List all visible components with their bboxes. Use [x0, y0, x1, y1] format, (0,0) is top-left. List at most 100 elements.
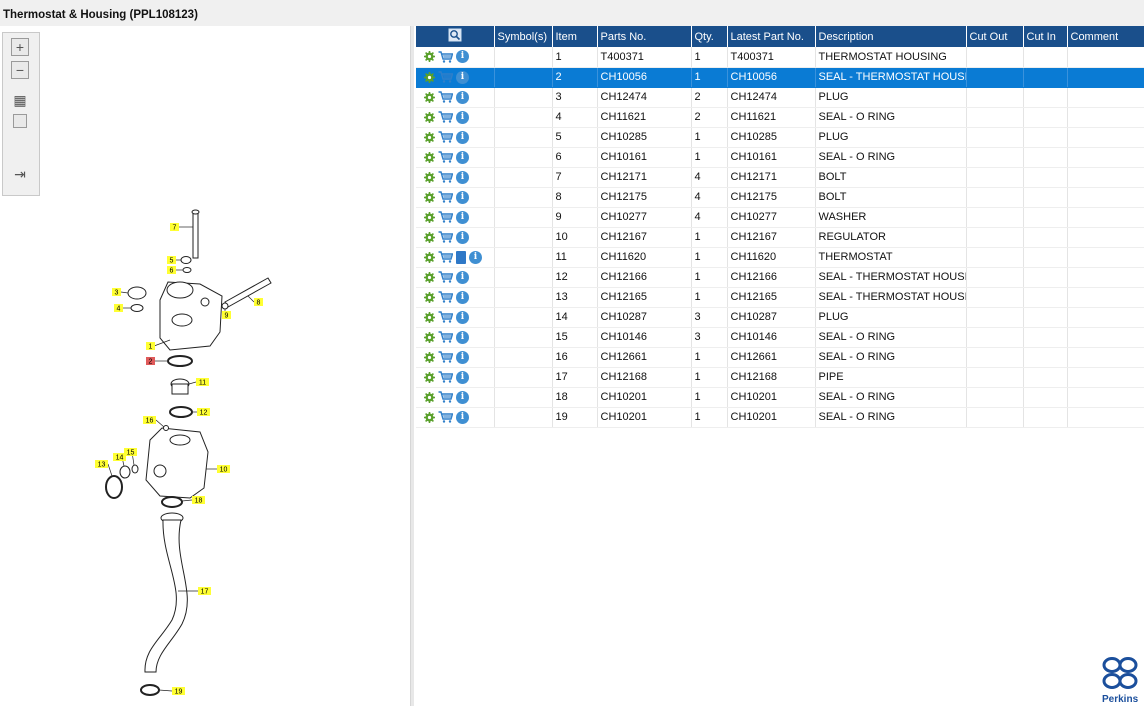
column-header-tools[interactable]	[416, 26, 495, 47]
info-icon[interactable]: i	[456, 150, 469, 164]
gear-icon[interactable]	[424, 411, 435, 423]
callout-3[interactable]: 3	[112, 288, 121, 297]
column-header-comment[interactable]: Comment	[1067, 26, 1144, 47]
info-icon[interactable]: i	[456, 130, 469, 144]
callout-6[interactable]: 6	[167, 266, 176, 275]
cart-icon[interactable]	[438, 411, 453, 423]
cart-icon[interactable]	[438, 131, 453, 143]
column-header-item[interactable]: Item	[552, 26, 598, 47]
column-header-cut-out[interactable]: Cut Out	[966, 26, 1024, 47]
cart-icon[interactable]	[438, 211, 453, 223]
pane-splitter[interactable]	[410, 26, 414, 706]
cart-icon[interactable]	[438, 91, 453, 103]
info-icon[interactable]: i	[456, 50, 469, 64]
gear-icon[interactable]	[424, 171, 435, 183]
cart-icon[interactable]	[438, 71, 453, 83]
info-icon[interactable]: i	[456, 410, 469, 424]
gear-icon[interactable]	[424, 191, 435, 203]
gear-icon[interactable]	[424, 151, 435, 163]
search-doc-icon[interactable]	[448, 28, 462, 42]
info-icon[interactable]: i	[456, 270, 469, 284]
cart-icon[interactable]	[438, 351, 453, 363]
cart-icon[interactable]	[438, 271, 453, 283]
info-icon[interactable]: i	[456, 310, 469, 324]
part-row[interactable]: i 12 CH12166 1 CH12166 SEAL - THERMOSTAT HOUS…	[416, 267, 1144, 288]
gear-icon[interactable]	[424, 311, 435, 323]
cart-icon[interactable]	[438, 171, 453, 183]
callout-12[interactable]: 12	[197, 408, 210, 417]
cart-icon[interactable]	[438, 251, 453, 263]
gear-icon[interactable]	[424, 371, 435, 383]
part-row[interactable]: i 3 CH12474 2 CH12474 PLUG	[416, 87, 1144, 108]
gear-icon[interactable]	[424, 231, 435, 243]
part-row[interactable]: i 14 CH10287 3 CH10287 PLUG	[416, 307, 1144, 328]
cart-icon[interactable]	[438, 291, 453, 303]
cart-icon[interactable]	[438, 231, 453, 243]
part-row[interactable]: i 16 CH12661 1 CH12661 SEAL - O RING	[416, 347, 1144, 368]
illustration-pane[interactable]: + − ▦ ⇥ 1 2 3 4 5 6 7 8 9 10 11 12 13 14…	[0, 26, 412, 706]
gear-icon[interactable]	[424, 271, 435, 283]
part-row[interactable]: i 11 CH11620 1 CH11620 THERMOSTAT	[416, 247, 1144, 268]
cart-icon[interactable]	[438, 371, 453, 383]
column-header-description[interactable]: Description	[815, 26, 967, 47]
part-row[interactable]: i 8 CH12175 4 CH12175 BOLT	[416, 187, 1144, 208]
part-row[interactable]: i 17 CH12168 1 CH12168 PIPE	[416, 367, 1144, 388]
cart-icon[interactable]	[438, 391, 453, 403]
part-row[interactable]: i 13 CH12165 1 CH12165 SEAL - THERMOSTAT HOUS…	[416, 287, 1144, 308]
callout-4[interactable]: 4	[114, 304, 123, 313]
gear-icon[interactable]	[424, 211, 435, 223]
part-row[interactable]: i 15 CH10146 3 CH10146 SEAL - O RING	[416, 327, 1144, 348]
callout-7[interactable]: 7	[170, 223, 179, 232]
gear-icon[interactable]	[424, 131, 435, 143]
gear-icon[interactable]	[424, 331, 435, 343]
gear-icon[interactable]	[424, 291, 435, 303]
info-icon[interactable]: i	[469, 250, 482, 264]
callout-8[interactable]: 8	[254, 298, 263, 307]
part-row[interactable]: i 4 CH11621 2 CH11621 SEAL - O RING	[416, 107, 1144, 128]
part-row[interactable]: i 10 CH12167 1 CH12167 REGULATOR	[416, 227, 1144, 248]
part-row[interactable]: i 6 CH10161 1 CH10161 SEAL - O RING	[416, 147, 1144, 168]
callout-10[interactable]: 10	[217, 465, 230, 474]
doc-icon[interactable]	[456, 250, 466, 264]
part-row[interactable]: i 2 CH10056 1 CH10056 SEAL - THERMOSTAT HOUSI…	[416, 67, 1144, 88]
part-row[interactable]: i 1 T400371 1 T400371 THERMOSTAT HOUSING	[416, 47, 1144, 68]
cart-icon[interactable]	[438, 311, 453, 323]
callout-5[interactable]: 5	[167, 256, 176, 265]
column-header-parts-no[interactable]: Parts No.	[597, 26, 692, 47]
info-icon[interactable]: i	[456, 330, 469, 344]
column-header-cut-in[interactable]: Cut In	[1023, 26, 1068, 47]
info-icon[interactable]: i	[456, 390, 469, 404]
info-icon[interactable]: i	[456, 190, 469, 204]
info-icon[interactable]: i	[456, 350, 469, 364]
cart-icon[interactable]	[438, 331, 453, 343]
gear-icon[interactable]	[424, 251, 435, 263]
gear-icon[interactable]	[424, 391, 435, 403]
cart-icon[interactable]	[438, 51, 453, 63]
callout-13[interactable]: 13	[95, 460, 108, 469]
info-icon[interactable]: i	[456, 230, 469, 244]
gear-icon[interactable]	[424, 51, 435, 63]
callout-11[interactable]: 11	[196, 378, 209, 387]
callout-2[interactable]: 2	[146, 357, 155, 366]
callout-1[interactable]: 1	[146, 342, 155, 351]
part-row[interactable]: i 9 CH10277 4 CH10277 WASHER	[416, 207, 1144, 228]
callout-17[interactable]: 17	[198, 587, 211, 596]
info-icon[interactable]: i	[456, 290, 469, 304]
callout-19[interactable]: 19	[172, 687, 185, 696]
callout-16[interactable]: 16	[143, 416, 156, 425]
cart-icon[interactable]	[438, 191, 453, 203]
info-icon[interactable]: i	[456, 170, 469, 184]
callout-9[interactable]: 9	[222, 311, 231, 320]
part-row[interactable]: i 7 CH12171 4 CH12171 BOLT	[416, 167, 1144, 188]
info-icon[interactable]: i	[456, 210, 469, 224]
cart-icon[interactable]	[438, 151, 453, 163]
info-icon[interactable]: i	[456, 370, 469, 384]
part-row[interactable]: i 18 CH10201 1 CH10201 SEAL - O RING	[416, 387, 1144, 408]
gear-icon[interactable]	[424, 91, 435, 103]
column-header-symbols[interactable]: Symbol(s)	[494, 26, 553, 47]
info-icon[interactable]: i	[456, 70, 469, 84]
gear-icon[interactable]	[424, 111, 435, 123]
info-icon[interactable]: i	[456, 90, 469, 104]
column-header-qty[interactable]: Qty.	[691, 26, 728, 47]
cart-icon[interactable]	[438, 111, 453, 123]
